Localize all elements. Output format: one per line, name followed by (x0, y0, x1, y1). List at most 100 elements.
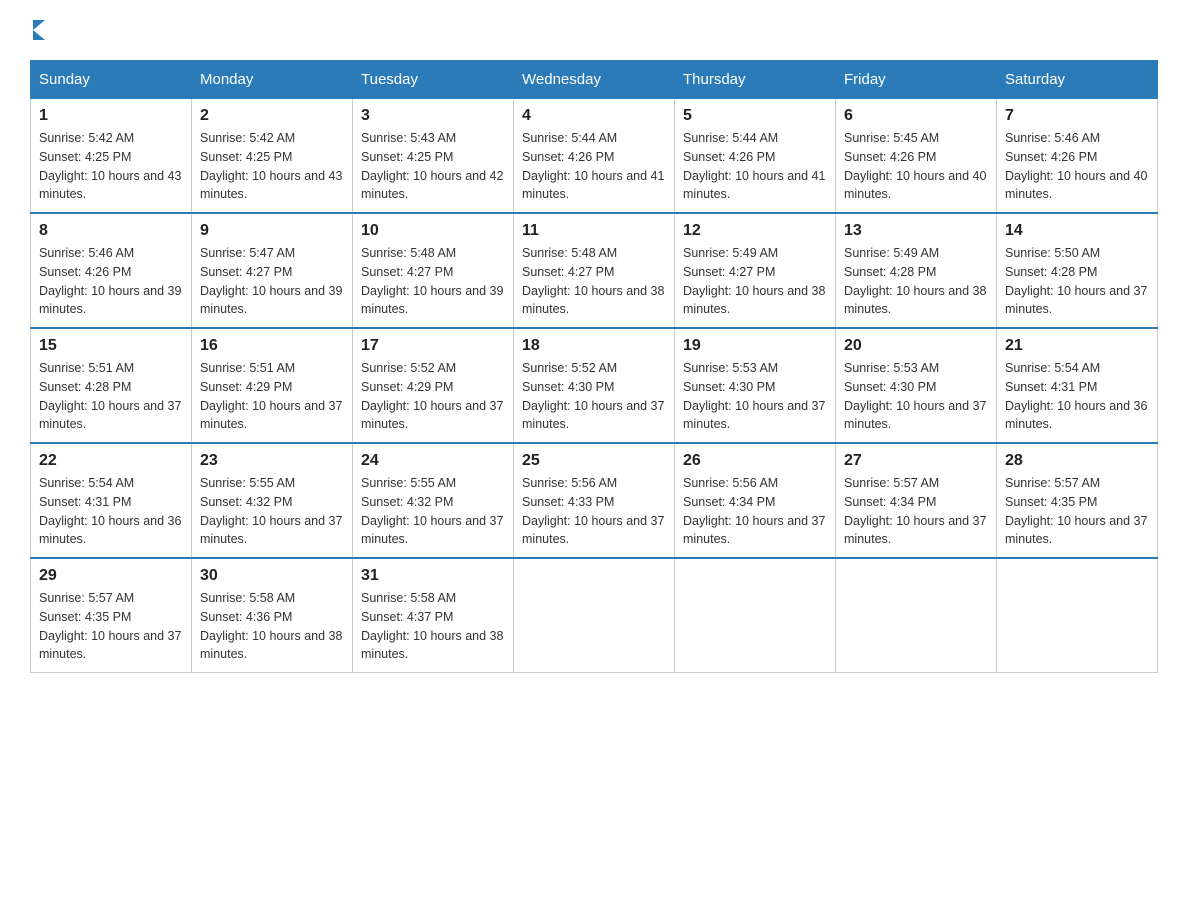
day-number: 8 (39, 222, 183, 240)
day-info: Sunrise: 5:45 AMSunset: 4:26 PMDaylight:… (844, 129, 988, 204)
day-number: 29 (39, 567, 183, 585)
day-number: 12 (683, 222, 827, 240)
day-number: 5 (683, 107, 827, 125)
header (30, 20, 1158, 40)
day-cell: 18 Sunrise: 5:52 AMSunset: 4:30 PMDaylig… (514, 328, 675, 443)
day-cell: 5 Sunrise: 5:44 AMSunset: 4:26 PMDayligh… (675, 99, 836, 214)
day-number: 28 (1005, 452, 1149, 470)
day-cell (997, 558, 1158, 673)
day-info: Sunrise: 5:57 AMSunset: 4:35 PMDaylight:… (1005, 474, 1149, 549)
day-number: 27 (844, 452, 988, 470)
day-cell: 3 Sunrise: 5:43 AMSunset: 4:25 PMDayligh… (353, 99, 514, 214)
day-cell: 22 Sunrise: 5:54 AMSunset: 4:31 PMDaylig… (31, 443, 192, 558)
day-number: 31 (361, 567, 505, 585)
day-cell: 21 Sunrise: 5:54 AMSunset: 4:31 PMDaylig… (997, 328, 1158, 443)
week-row-1: 1 Sunrise: 5:42 AMSunset: 4:25 PMDayligh… (31, 99, 1158, 214)
header-sunday: Sunday (31, 61, 192, 99)
header-saturday: Saturday (997, 61, 1158, 99)
day-cell: 7 Sunrise: 5:46 AMSunset: 4:26 PMDayligh… (997, 99, 1158, 214)
day-info: Sunrise: 5:56 AMSunset: 4:33 PMDaylight:… (522, 474, 666, 549)
day-info: Sunrise: 5:52 AMSunset: 4:29 PMDaylight:… (361, 359, 505, 434)
day-number: 22 (39, 452, 183, 470)
day-cell: 13 Sunrise: 5:49 AMSunset: 4:28 PMDaylig… (836, 213, 997, 328)
day-cell: 11 Sunrise: 5:48 AMSunset: 4:27 PMDaylig… (514, 213, 675, 328)
day-cell: 23 Sunrise: 5:55 AMSunset: 4:32 PMDaylig… (192, 443, 353, 558)
day-info: Sunrise: 5:53 AMSunset: 4:30 PMDaylight:… (683, 359, 827, 434)
day-cell: 28 Sunrise: 5:57 AMSunset: 4:35 PMDaylig… (997, 443, 1158, 558)
day-info: Sunrise: 5:43 AMSunset: 4:25 PMDaylight:… (361, 129, 505, 204)
header-wednesday: Wednesday (514, 61, 675, 99)
logo (30, 20, 45, 40)
day-number: 23 (200, 452, 344, 470)
day-cell: 14 Sunrise: 5:50 AMSunset: 4:28 PMDaylig… (997, 213, 1158, 328)
day-cell: 20 Sunrise: 5:53 AMSunset: 4:30 PMDaylig… (836, 328, 997, 443)
header-monday: Monday (192, 61, 353, 99)
day-cell: 27 Sunrise: 5:57 AMSunset: 4:34 PMDaylig… (836, 443, 997, 558)
day-number: 21 (1005, 337, 1149, 355)
day-cell (514, 558, 675, 673)
day-info: Sunrise: 5:53 AMSunset: 4:30 PMDaylight:… (844, 359, 988, 434)
day-number: 25 (522, 452, 666, 470)
day-cell: 1 Sunrise: 5:42 AMSunset: 4:25 PMDayligh… (31, 99, 192, 214)
header-tuesday: Tuesday (353, 61, 514, 99)
day-info: Sunrise: 5:42 AMSunset: 4:25 PMDaylight:… (200, 129, 344, 204)
day-number: 24 (361, 452, 505, 470)
day-number: 16 (200, 337, 344, 355)
day-info: Sunrise: 5:55 AMSunset: 4:32 PMDaylight:… (200, 474, 344, 549)
day-cell: 12 Sunrise: 5:49 AMSunset: 4:27 PMDaylig… (675, 213, 836, 328)
day-cell: 17 Sunrise: 5:52 AMSunset: 4:29 PMDaylig… (353, 328, 514, 443)
day-number: 3 (361, 107, 505, 125)
day-info: Sunrise: 5:48 AMSunset: 4:27 PMDaylight:… (522, 244, 666, 319)
day-cell: 15 Sunrise: 5:51 AMSunset: 4:28 PMDaylig… (31, 328, 192, 443)
day-info: Sunrise: 5:55 AMSunset: 4:32 PMDaylight:… (361, 474, 505, 549)
day-number: 15 (39, 337, 183, 355)
day-cell: 4 Sunrise: 5:44 AMSunset: 4:26 PMDayligh… (514, 99, 675, 214)
calendar-table: SundayMondayTuesdayWednesdayThursdayFrid… (30, 60, 1158, 673)
day-number: 10 (361, 222, 505, 240)
day-info: Sunrise: 5:49 AMSunset: 4:27 PMDaylight:… (683, 244, 827, 319)
week-row-3: 15 Sunrise: 5:51 AMSunset: 4:28 PMDaylig… (31, 328, 1158, 443)
day-info: Sunrise: 5:44 AMSunset: 4:26 PMDaylight:… (522, 129, 666, 204)
day-info: Sunrise: 5:51 AMSunset: 4:29 PMDaylight:… (200, 359, 344, 434)
day-cell: 16 Sunrise: 5:51 AMSunset: 4:29 PMDaylig… (192, 328, 353, 443)
day-number: 17 (361, 337, 505, 355)
week-row-4: 22 Sunrise: 5:54 AMSunset: 4:31 PMDaylig… (31, 443, 1158, 558)
day-info: Sunrise: 5:46 AMSunset: 4:26 PMDaylight:… (1005, 129, 1149, 204)
day-cell: 2 Sunrise: 5:42 AMSunset: 4:25 PMDayligh… (192, 99, 353, 214)
day-cell: 31 Sunrise: 5:58 AMSunset: 4:37 PMDaylig… (353, 558, 514, 673)
day-info: Sunrise: 5:42 AMSunset: 4:25 PMDaylight:… (39, 129, 183, 204)
day-info: Sunrise: 5:48 AMSunset: 4:27 PMDaylight:… (361, 244, 505, 319)
day-number: 7 (1005, 107, 1149, 125)
day-info: Sunrise: 5:54 AMSunset: 4:31 PMDaylight:… (1005, 359, 1149, 434)
day-info: Sunrise: 5:46 AMSunset: 4:26 PMDaylight:… (39, 244, 183, 319)
day-cell: 8 Sunrise: 5:46 AMSunset: 4:26 PMDayligh… (31, 213, 192, 328)
day-cell: 29 Sunrise: 5:57 AMSunset: 4:35 PMDaylig… (31, 558, 192, 673)
day-cell: 10 Sunrise: 5:48 AMSunset: 4:27 PMDaylig… (353, 213, 514, 328)
day-info: Sunrise: 5:50 AMSunset: 4:28 PMDaylight:… (1005, 244, 1149, 319)
day-number: 14 (1005, 222, 1149, 240)
day-info: Sunrise: 5:47 AMSunset: 4:27 PMDaylight:… (200, 244, 344, 319)
day-cell (675, 558, 836, 673)
day-number: 6 (844, 107, 988, 125)
day-number: 9 (200, 222, 344, 240)
day-number: 19 (683, 337, 827, 355)
day-info: Sunrise: 5:49 AMSunset: 4:28 PMDaylight:… (844, 244, 988, 319)
day-cell: 24 Sunrise: 5:55 AMSunset: 4:32 PMDaylig… (353, 443, 514, 558)
day-cell: 30 Sunrise: 5:58 AMSunset: 4:36 PMDaylig… (192, 558, 353, 673)
day-info: Sunrise: 5:58 AMSunset: 4:36 PMDaylight:… (200, 589, 344, 664)
day-info: Sunrise: 5:57 AMSunset: 4:34 PMDaylight:… (844, 474, 988, 549)
week-row-2: 8 Sunrise: 5:46 AMSunset: 4:26 PMDayligh… (31, 213, 1158, 328)
header-thursday: Thursday (675, 61, 836, 99)
day-number: 1 (39, 107, 183, 125)
day-cell: 26 Sunrise: 5:56 AMSunset: 4:34 PMDaylig… (675, 443, 836, 558)
day-info: Sunrise: 5:56 AMSunset: 4:34 PMDaylight:… (683, 474, 827, 549)
day-number: 2 (200, 107, 344, 125)
day-number: 13 (844, 222, 988, 240)
day-info: Sunrise: 5:58 AMSunset: 4:37 PMDaylight:… (361, 589, 505, 664)
day-number: 11 (522, 222, 666, 240)
day-number: 30 (200, 567, 344, 585)
day-info: Sunrise: 5:54 AMSunset: 4:31 PMDaylight:… (39, 474, 183, 549)
day-number: 26 (683, 452, 827, 470)
day-info: Sunrise: 5:51 AMSunset: 4:28 PMDaylight:… (39, 359, 183, 434)
day-number: 18 (522, 337, 666, 355)
